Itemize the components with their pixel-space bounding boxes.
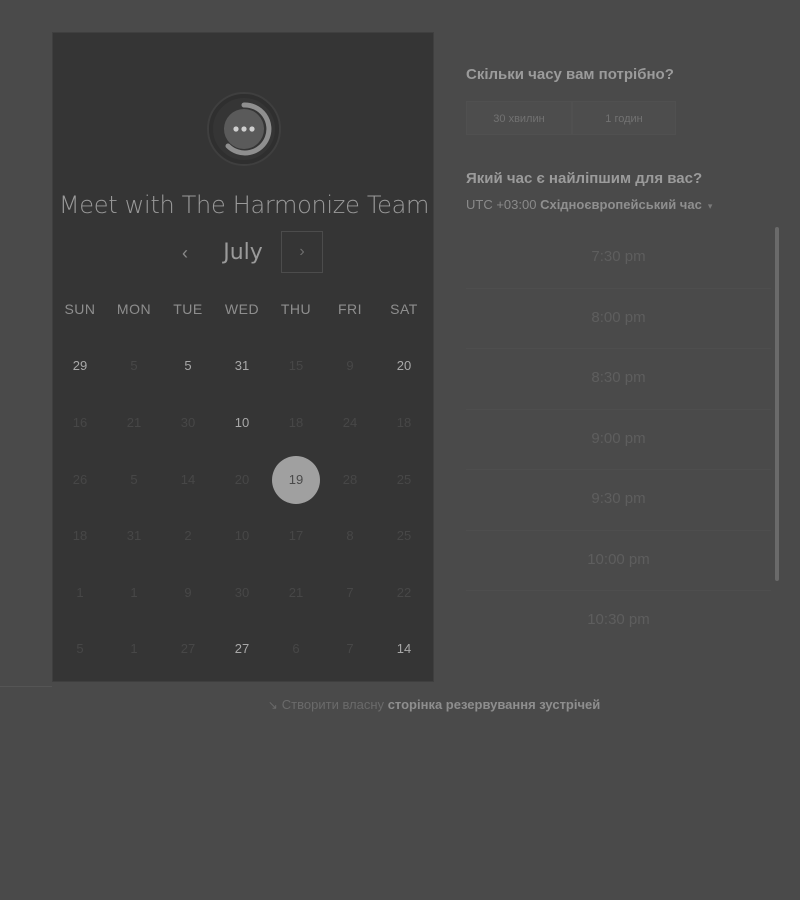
day-cell: 30 (180, 415, 196, 430)
day-cell: 26 (72, 472, 88, 487)
weekday-thu: THU (280, 301, 312, 317)
time-slot[interactable]: 10:30 pm (466, 590, 771, 650)
day-cell[interactable]: 10 (215, 408, 269, 438)
day-cell: 1 (76, 585, 84, 600)
booking-panel: Скільки часу вам потрібно? 30 хвилин 1 г… (466, 0, 800, 690)
day-cell: 18 (396, 415, 412, 430)
duration-30-button[interactable]: 30 хвилин (466, 101, 572, 135)
day-cell: 2 (184, 528, 192, 543)
day-cell: 9 (346, 358, 354, 373)
divider-line (0, 686, 52, 687)
day-cell: 28 (342, 472, 358, 487)
day-cell[interactable]: 27 (215, 634, 269, 664)
weekday-tue: TUE (173, 301, 203, 317)
caret-down-icon: ▾ (707, 201, 713, 211)
day-cell: 7 (346, 585, 354, 600)
create-booking-page-link[interactable]: сторінка резервування зустрічей (388, 697, 601, 712)
timezone-name: Східноєвропейський час (540, 197, 702, 212)
sprocket-icon: ↘ (267, 698, 278, 712)
day-cell: 22 (396, 585, 412, 600)
time-slot[interactable]: 8:30 pm (466, 348, 771, 408)
weekday-mon: MON (116, 301, 152, 317)
time-slot[interactable]: 9:00 pm (466, 409, 771, 469)
time-slot-list: 7:30 pm 8:00 pm 8:30 pm 9:00 pm 9:30 pm 10:00… (466, 227, 771, 657)
time-slot[interactable]: 9:30 pm (466, 469, 771, 529)
day-cell[interactable]: 14 (377, 634, 431, 664)
day-cell: 5 (130, 358, 138, 373)
day-cell[interactable]: 20 (377, 351, 431, 381)
time-slot[interactable]: 8:00 pm (466, 288, 771, 348)
month-label: July (223, 240, 263, 265)
prev-month-button[interactable]: ‹ (173, 231, 197, 275)
calendar-grid: 29 5 5 31 15 9 20 16 21 30 10 18 24 18 26 5 14 20 19 28 25 18… (53, 338, 435, 678)
calendar-panel: Meet with The Harmonize Team ‹ July › SU… (52, 32, 434, 682)
day-cell: 10 (234, 528, 250, 543)
slot-scrollbar[interactable] (775, 227, 779, 581)
day-cell: 21 (126, 415, 142, 430)
footer: ↘ Створити власну сторінка резервування з… (0, 697, 800, 712)
day-cell: 18 (288, 415, 304, 430)
day-cell: 16 (72, 415, 88, 430)
duration-60-button[interactable]: 1 годин (572, 101, 676, 135)
day-cell: 25 (396, 472, 412, 487)
footer-text: Створити власну (281, 697, 385, 712)
day-cell: 9 (184, 585, 192, 600)
day-cell: 6 (292, 641, 300, 656)
day-cell[interactable]: 29 (53, 351, 107, 381)
day-cell: 24 (342, 415, 358, 430)
day-cell-selected[interactable]: 19 (272, 456, 320, 504)
weekday-fri: FRI (337, 301, 363, 317)
timezone-selector[interactable]: UTC +03:00 Східноєвропейський час ▾ (466, 197, 712, 212)
day-cell: 31 (126, 528, 142, 543)
chat-logo-icon (206, 91, 282, 167)
timezone-offset: UTC +03:00 (466, 197, 537, 212)
time-slot[interactable]: 7:30 pm (466, 227, 771, 287)
day-cell: 8 (346, 528, 354, 543)
day-cell: 21 (288, 585, 304, 600)
weekday-wed: WED (224, 301, 260, 317)
time-slot[interactable]: 10:00 pm (466, 530, 771, 590)
day-cell: 7 (346, 641, 354, 656)
day-cell: 30 (234, 585, 250, 600)
day-cell: 18 (72, 528, 88, 543)
duration-question: Скільки часу вам потрібно? (466, 66, 674, 83)
day-cell[interactable]: 5 (161, 351, 215, 381)
day-cell: 17 (288, 528, 304, 543)
weekday-sun: SUN (64, 301, 96, 317)
meeting-title: Meet with The Harmonize Team (58, 191, 430, 219)
month-navigation: ‹ July › (53, 231, 435, 275)
day-cell: 14 (180, 472, 196, 487)
day-cell: 15 (288, 358, 304, 373)
weekday-sat: SAT (390, 301, 418, 317)
day-cell: 5 (130, 472, 138, 487)
time-question: Який час є найліпшим для вас? (466, 170, 703, 187)
day-cell: 25 (396, 528, 412, 543)
day-cell: 5 (76, 641, 84, 656)
day-cell: 1 (130, 585, 138, 600)
day-cell: 20 (234, 472, 250, 487)
weekday-header: SUN MON TUE WED THU FRI SAT (53, 301, 435, 321)
day-cell: 1 (130, 641, 138, 656)
next-month-button[interactable]: › (281, 231, 323, 273)
day-cell[interactable]: 31 (215, 351, 269, 381)
day-cell: 27 (180, 641, 196, 656)
